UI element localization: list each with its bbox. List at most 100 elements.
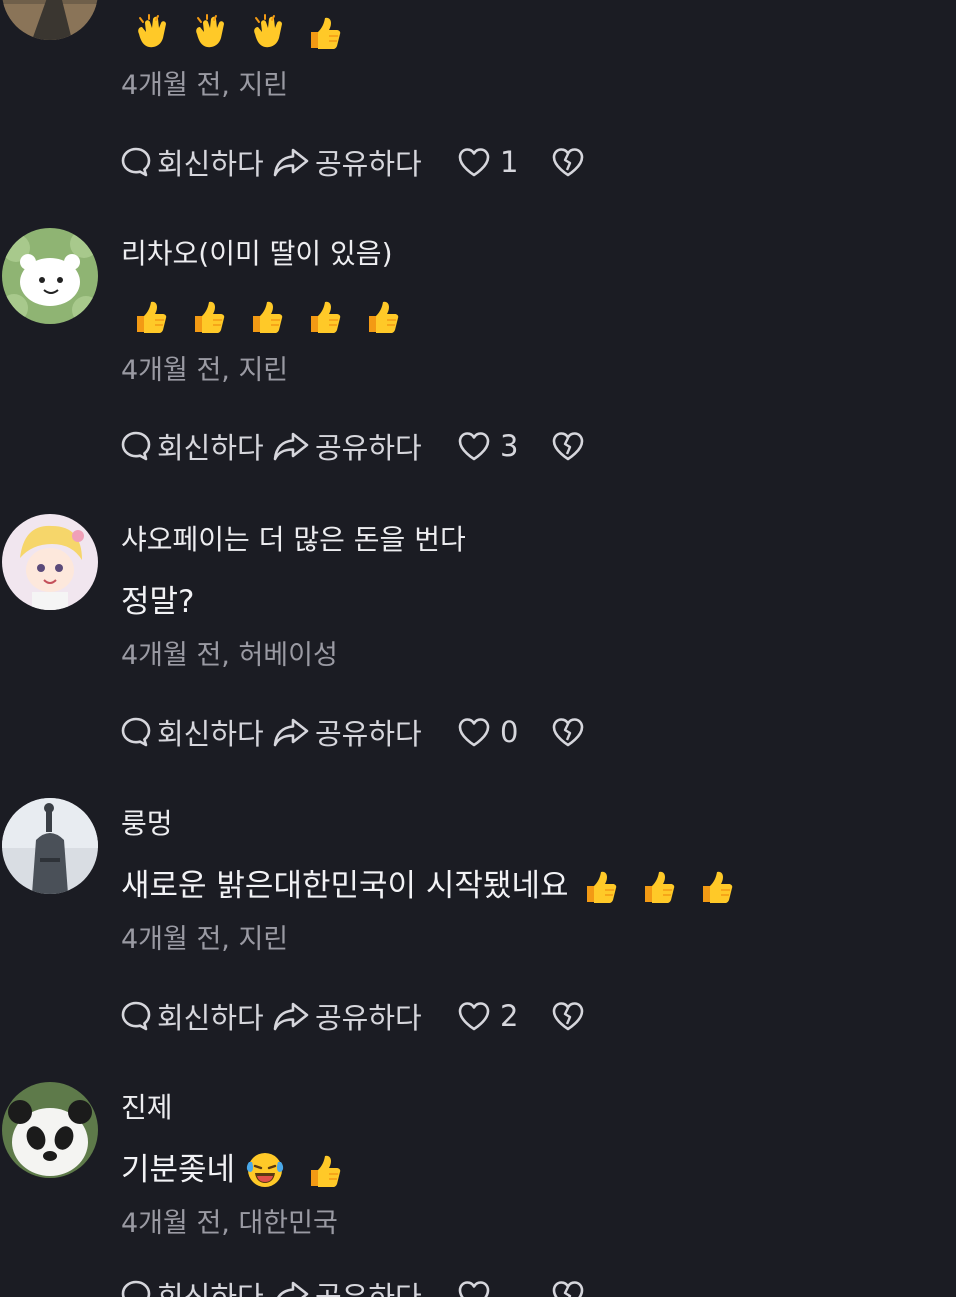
avatar-image [2,0,98,40]
comment-meta: 4개월 전, 대한민국 [121,1208,338,1239]
share-arrow-icon [273,432,309,461]
thumbs-up-emoji [187,296,227,336]
share-arrow-icon [273,718,309,747]
reply-button[interactable]: 회신하다 [119,141,271,183]
comment-text: 정말? [121,582,195,622]
thumbs-up-emoji [245,296,285,336]
avatar[interactable] [2,0,98,40]
heart-outline-icon [458,1281,490,1297]
reply-label: 회신하다 [157,1001,264,1035]
speech-bubble-icon [121,1001,151,1031]
comment-username[interactable]: 리차오(이미 딸이 있음) [121,237,393,271]
avatar-image [2,798,98,894]
broken-heart-icon [552,148,584,177]
broken-heart-icon [552,1002,584,1031]
thumbs-up-emoji [637,866,677,906]
thumbs-up-emoji [303,1150,343,1190]
share-button[interactable]: 공유하다 [271,141,456,183]
comment-actions: 회신하다 공유하다 3 [119,425,590,467]
comment-emojis [579,866,753,906]
dislike-button[interactable] [550,999,590,1033]
speech-bubble-icon [121,147,151,177]
like-button[interactable]: 2 [456,999,550,1033]
reply-button[interactable]: 회신하다 [119,1274,271,1297]
reply-button[interactable]: 회신하다 [119,711,271,753]
reply-label: 회신하다 [157,1280,264,1297]
thumbs-up-emoji [361,296,401,336]
clap-emoji [245,12,285,52]
comment-emojis [129,12,361,52]
like-count: 3 [500,429,519,463]
like-count: 2 [500,999,519,1033]
comment-text-content: 새로운 밝은대한민국이 시작됐네요 [121,868,569,904]
comment-actions: 회신하다 공유하다 [119,1277,590,1297]
like-count: 1 [500,145,519,179]
share-button[interactable]: 공유하다 [271,711,456,753]
avatar[interactable] [2,1082,98,1178]
speech-bubble-icon [121,717,151,747]
heart-outline-icon [458,432,490,461]
dislike-button[interactable] [550,145,590,179]
avatar-image [2,228,98,324]
like-button[interactable]: 0 [456,715,550,749]
speech-bubble-icon [121,431,151,461]
clap-emoji [129,12,169,52]
broken-heart-icon [552,432,584,461]
comment-meta: 4개월 전, 허베이성 [121,640,338,671]
comment-actions: 회신하다 공유하다 1 [119,141,590,183]
dislike-button[interactable] [550,715,590,749]
like-button[interactable]: 3 [456,429,550,463]
reply-label: 회신하다 [157,147,264,181]
share-label: 공유하다 [315,1280,422,1297]
comment-text: 새로운 밝은대한민국이 시작됐네요 [121,866,753,906]
reply-button[interactable]: 회신하다 [119,995,271,1037]
share-label: 공유하다 [315,147,422,181]
comment-username[interactable]: 룽멍 [121,807,173,841]
comment-emojis [245,1150,361,1190]
broken-heart-icon [552,718,584,747]
heart-outline-icon [458,148,490,177]
dislike-button[interactable] [550,429,590,463]
share-arrow-icon [277,1281,309,1297]
like-button[interactable]: 1 [456,145,550,179]
thumbs-up-emoji [695,866,735,906]
thumbs-up-emoji [579,866,619,906]
clap-emoji [187,12,227,52]
thumbs-up-emoji [303,12,343,52]
share-button[interactable]: 공유하다 [271,995,456,1037]
avatar[interactable] [2,514,98,610]
heart-outline-icon [458,1002,490,1031]
broken-heart-icon [552,1281,584,1297]
reply-label: 회신하다 [157,717,264,751]
share-label: 공유하다 [315,1001,422,1035]
reply-label: 회신하다 [157,431,264,465]
like-button[interactable] [456,1278,550,1297]
comment-meta: 4개월 전, 지린 [121,355,289,386]
reply-button[interactable]: 회신하다 [119,425,271,467]
comment-actions: 회신하다 공유하다 0 [119,711,590,753]
comment-text-content: 기분좆네 [121,1152,236,1188]
comment-list: 4개월 전, 지린 회신하다 공유하다 1 리차오(이미 딸이 있음) 4개월 … [0,0,956,1297]
laughing-crying-emoji [245,1150,285,1190]
comment-emojis [129,296,419,336]
share-arrow-icon [273,1002,309,1031]
like-count: 0 [500,715,519,749]
dislike-button[interactable] [550,1278,590,1297]
avatar-image [2,514,98,610]
share-button[interactable]: 공유하다 [271,1274,456,1297]
comment-username[interactable]: 샤오페이는 더 많은 돈을 번다 [121,523,466,557]
thumbs-up-emoji [129,296,169,336]
heart-outline-icon [458,718,490,747]
comment-text: 기분좆네 [121,1150,361,1190]
share-button[interactable]: 공유하다 [271,425,456,467]
comment-meta: 4개월 전, 지린 [121,924,289,955]
avatar[interactable] [2,798,98,894]
share-label: 공유하다 [315,717,422,751]
share-label: 공유하다 [315,431,422,465]
comment-username[interactable]: 진제 [121,1091,173,1125]
avatar-image [2,1082,98,1178]
comment-actions: 회신하다 공유하다 2 [119,995,590,1037]
comment-meta: 4개월 전, 지린 [121,70,289,101]
avatar[interactable] [2,228,98,324]
share-arrow-icon [273,148,309,177]
